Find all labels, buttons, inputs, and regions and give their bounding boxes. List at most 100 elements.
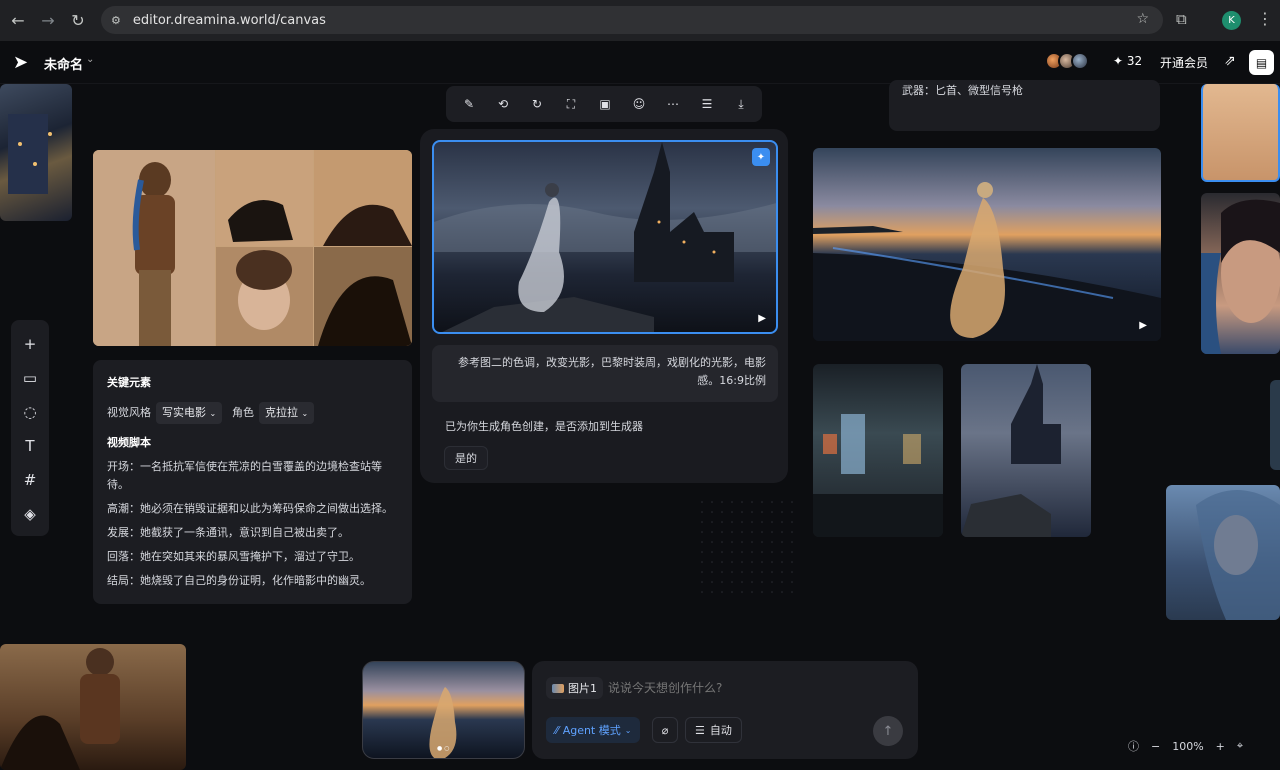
auto-settings-button[interactable]: ☰ 自动 [685,717,742,743]
style-select[interactable]: 写实电影 ⌄ [156,402,223,424]
zoom-out-icon[interactable]: − [1151,740,1160,753]
canvas-image-woman-blue[interactable] [1166,485,1280,620]
zoom-level[interactable]: 100% [1172,740,1203,753]
prompt-line: 参考图二的色调，改变光影，巴黎时装周，戏剧化的光影，电影 [458,356,766,369]
reload-icon[interactable]: ↻ [63,5,93,35]
panel-toggle-button[interactable]: ▤ [1249,50,1274,75]
script-line: 发展：她截获了一条通讯，意识到自己被出卖了。 [107,526,349,539]
extensions-icon[interactable]: ⧉ [1176,10,1187,28]
url-text: editor.dreamina.world/canvas [132,12,326,28]
profile-avatar[interactable]: K [1222,11,1241,30]
site-settings-icon[interactable]: ⚙ [111,14,121,27]
canvas-video-beach[interactable]: ▶ [813,148,1161,341]
chevron-down-icon[interactable]: ⌄ [86,54,94,65]
address-bar[interactable]: ⚙ editor.dreamina.world/canvas ☆ [101,6,1163,34]
share-icon[interactable]: ⇗ [1224,53,1236,69]
left-toolbar: + ▭ ◌ T # ◈ [11,320,49,536]
canvas-image-rider-bottom[interactable] [0,644,186,770]
credits-counter[interactable]: ✦ 32 [1113,54,1142,68]
selected-video-castle[interactable]: ✦ ▶ [432,140,778,334]
image-thumb-icon [552,683,564,693]
style-value: 写实电影 [162,406,206,419]
folder-icon[interactable]: ▭ [11,361,49,395]
pin-icon[interactable]: ✦ [752,148,770,166]
canvas-image-partial-top-right[interactable] [1201,84,1280,182]
canvas-image-castle-partial[interactable] [0,84,72,221]
image-chip-label: 图片1 [568,682,597,695]
download-icon[interactable]: ⤓ [724,97,758,112]
script-heading: 视频脚本 [107,436,151,449]
redo-icon[interactable]: ↻ [520,97,554,111]
user-prompt-bubble: 参考图二的色调，改变光影，巴黎时装周，戏剧化的光影，电影 感。16:9比例 [432,345,778,402]
layers-icon[interactable]: ◈ [11,497,49,531]
text-tool-icon[interactable]: T [11,429,49,463]
chevron-down-icon: ⌄ [209,409,217,418]
prompt-input[interactable] [608,678,898,698]
more-icon[interactable]: ⋯ [656,97,690,111]
yes-button[interactable]: 是的 [444,446,488,470]
key-elements-card[interactable]: 关键元素 视觉风格 写实电影 ⌄ 角色 克拉拉 ⌄ 视频脚本 开场：一名抵抗军信… [93,360,412,604]
avatar [1071,52,1089,70]
edit-icon[interactable]: ✎ [452,97,486,111]
prompt-line: 感。16:9比例 [697,374,766,387]
back-icon[interactable]: ← [3,5,33,35]
auto-label: 自动 [709,724,732,737]
project-title[interactable]: 未命名 [44,54,83,73]
zoom-in-icon[interactable]: + [1216,740,1225,753]
script-line: 高潮：她必须在销毁证据和以此为筹码保命之间做出选择。 [107,502,393,515]
crop-icon[interactable]: ⛶ [554,97,588,112]
script-line: 回落：她在突如其来的暴风雪掩护下，溜过了守卫。 [107,550,360,563]
browser-toolbar: ← → ↻ ⚙ editor.dreamina.world/canvas ☆ ⧉… [0,0,1280,41]
collaborator-avatars[interactable] [1045,52,1089,70]
settings-sliders-icon: ☰ [695,723,705,737]
role-value: 克拉拉 [265,406,298,419]
credits-value: 32 [1126,54,1143,68]
adjust-icon[interactable]: ☰ [690,97,724,111]
shapes-icon[interactable]: ◌ [11,395,49,429]
key-elements-heading: 关键元素 [107,376,151,389]
agent-mode-button[interactable]: ⁄⁄ Agent 模式 ⌄ [546,717,641,743]
prompt-input-box[interactable]: 图片1 ⁄⁄ Agent 模式 ⌄ ⌀ ☰ 自动 ↑ [532,661,918,759]
canvas-dot-grid [700,500,800,600]
frame-tool-icon[interactable]: # [11,463,49,497]
forward-icon[interactable]: → [33,5,63,35]
script-line: 待。 [107,478,129,491]
canvas-image-character-collage[interactable] [93,150,412,346]
canvas-scroll-edge[interactable] [1270,380,1280,470]
character-detail-card[interactable]: 武器：匕首、微型信号枪 [889,80,1160,131]
bookmark-star-icon[interactable]: ☆ [1136,11,1149,27]
script-line: 结局：她烧毁了自己的身份证明，化作暗影中的幽灵。 [107,574,371,587]
role-label: 角色 [232,406,254,419]
browser-menu-icon[interactable]: ⋮ [1257,9,1273,28]
dreamina-logo-icon[interactable]: ➤ [13,52,28,73]
chevron-down-icon: ⌄ [624,725,632,735]
canvas-image-castle-rock[interactable] [961,364,1091,537]
assistant-reply: 已为你生成角色创建，是否添加到生成器 [445,420,643,433]
send-button[interactable]: ↑ [873,716,903,746]
script-line: 开场：一名抵抗军信使在荒凉的白雪覆盖的边境检查站等 [107,460,382,473]
play-icon[interactable]: ▶ [758,313,766,324]
agent-icon: ⁄⁄ [555,723,559,737]
image-reference-chip[interactable]: 图片1 [546,677,603,699]
agent-mode-label: Agent 模式 [562,724,621,737]
canvas-image-portrait-face[interactable] [1201,193,1280,354]
weapon-text: 武器：匕首、微型信号枪 [902,84,1023,97]
reference-image-thumbnail[interactable]: ● ○ [362,661,525,759]
carousel-dots: ● ○ [437,745,450,752]
help-icon[interactable]: ⓘ [1128,738,1139,754]
role-select[interactable]: 克拉拉 ⌄ [259,402,315,424]
loop-icon[interactable]: ⟲ [486,97,520,111]
style-label: 视觉风格 [107,406,151,419]
hd-icon[interactable]: ▣ [588,97,622,111]
canvas-image-city-night[interactable] [813,364,943,537]
app-header: ➤ 未命名 ⌄ ✦ 32 开通会员 ⇗ ▤ [0,41,1280,84]
add-icon[interactable]: + [11,327,49,361]
chevron-down-icon: ⌄ [301,409,309,418]
person-icon[interactable]: ☺ [622,97,656,111]
play-icon[interactable]: ▶ [1139,320,1147,331]
attach-button[interactable]: ⌀ [652,717,678,743]
vip-button[interactable]: 开通会员 [1160,54,1208,71]
pointer-tool-icon[interactable]: ⌖ [1237,739,1243,753]
zoom-controls: ⓘ − 100% + ⌖ [1128,735,1255,757]
image-action-toolbar: ✎ ⟲ ↻ ⛶ ▣ ☺ ⋯ ☰ ⤓ [446,86,762,122]
